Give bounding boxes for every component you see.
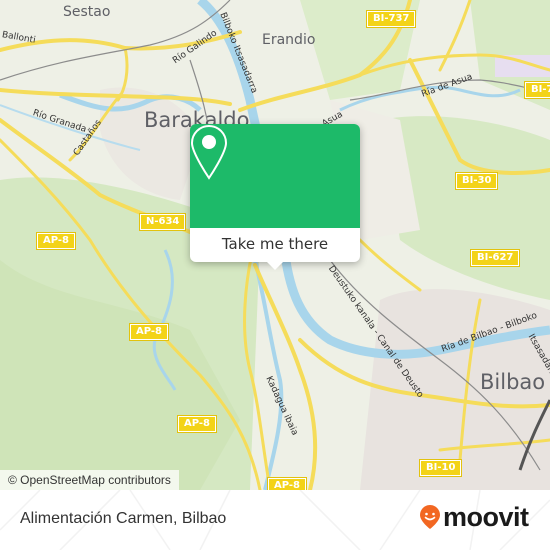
place-name: Alimentación Carmen, Bilbao [20, 510, 227, 527]
location-popup: Take me there [190, 124, 360, 270]
road-shield-bi30: BI-30 [454, 172, 499, 190]
road-shield-bi737: BI-737 [523, 81, 550, 99]
popup-pointer [266, 261, 284, 270]
road-shield-ap8: AP-8 [128, 323, 170, 341]
place-label-bilbao: Bilbao [480, 370, 546, 394]
map-widget: Barakaldo Bilbao Sestao Erandio Ballonti… [0, 0, 550, 550]
map-attribution[interactable]: © OpenStreetMap contributors [0, 470, 179, 490]
road-shield-ap8: AP-8 [266, 477, 308, 490]
take-me-there-button[interactable]: Take me there [190, 228, 360, 262]
place-label-erandio: Erandio [262, 32, 316, 48]
map-canvas[interactable]: Barakaldo Bilbao Sestao Erandio Ballonti… [0, 0, 550, 490]
footer-bar: Alimentación Carmen, Bilbao moovit [0, 490, 550, 550]
moovit-logo[interactable]: moovit [419, 502, 529, 532]
road-shield-ap8: AP-8 [35, 232, 77, 250]
map-pin-icon [190, 124, 228, 180]
moovit-wordmark: moovit [443, 501, 529, 532]
road-shield-bi10: BI-10 [418, 459, 463, 477]
popup-header [190, 124, 360, 228]
moovit-smiley-pin-icon [420, 505, 440, 529]
road-shield-ap8: AP-8 [176, 415, 218, 433]
road-shield-n634: N-634 [138, 213, 187, 231]
road-shield-bi737: BI-737 [365, 10, 417, 28]
road-shield-bi627: BI-627 [469, 249, 521, 267]
place-label-sestao: Sestao [63, 4, 111, 20]
